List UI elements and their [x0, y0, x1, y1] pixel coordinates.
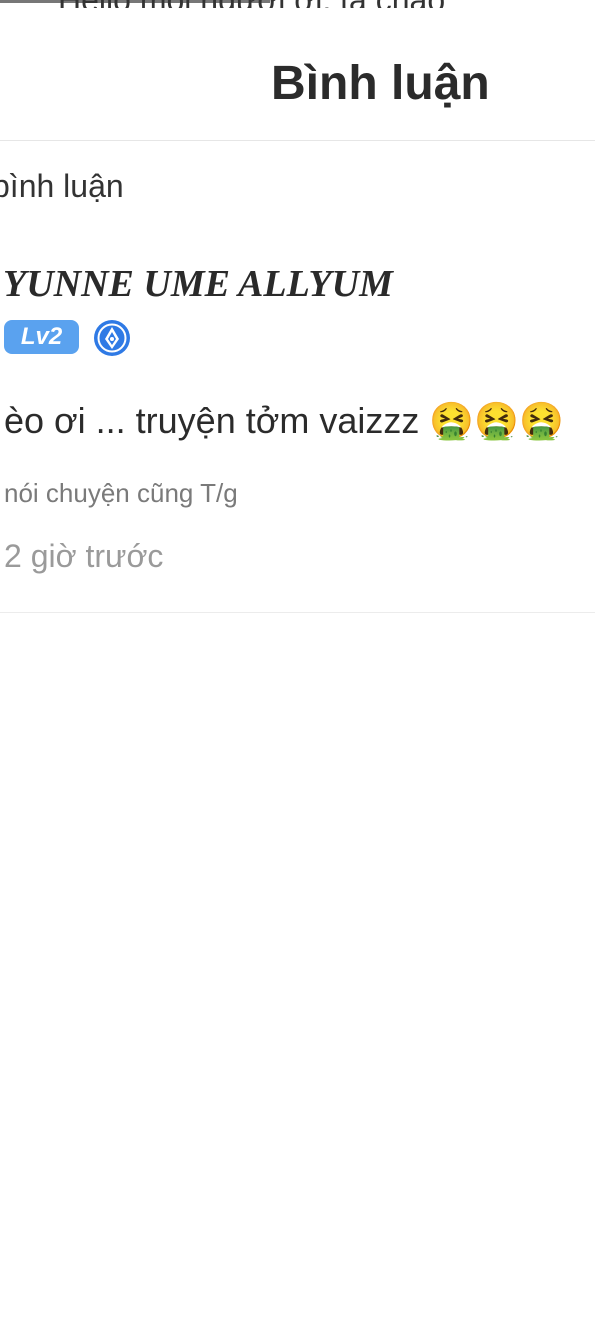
- level-badge: Lv2: [4, 320, 79, 354]
- comment-timestamp: 2 giờ trước: [4, 538, 164, 574]
- page-title: Bình luận: [271, 57, 490, 110]
- top-content-strip: Hello mọi người ơi, ta chào: [0, 0, 595, 8]
- comments-count-label: bình luận: [0, 168, 124, 204]
- peek-text: Hello mọi người ơi, ta chào: [58, 0, 445, 8]
- comment-username[interactable]: YUNNE UME ALLYUM: [3, 262, 393, 306]
- reply-preview[interactable]: nói chuyện cũng T/g: [4, 478, 238, 509]
- comments-header: Bình luận: [0, 20, 595, 141]
- comment-text: èo ơi ... truyện tởm vaizzz 🤮🤮🤮: [4, 400, 564, 441]
- comment-item[interactable]: YUNNE UME ALLYUM Lv2 èo ơi ... truyện tở…: [0, 250, 595, 613]
- pen-nib-icon: [93, 319, 131, 357]
